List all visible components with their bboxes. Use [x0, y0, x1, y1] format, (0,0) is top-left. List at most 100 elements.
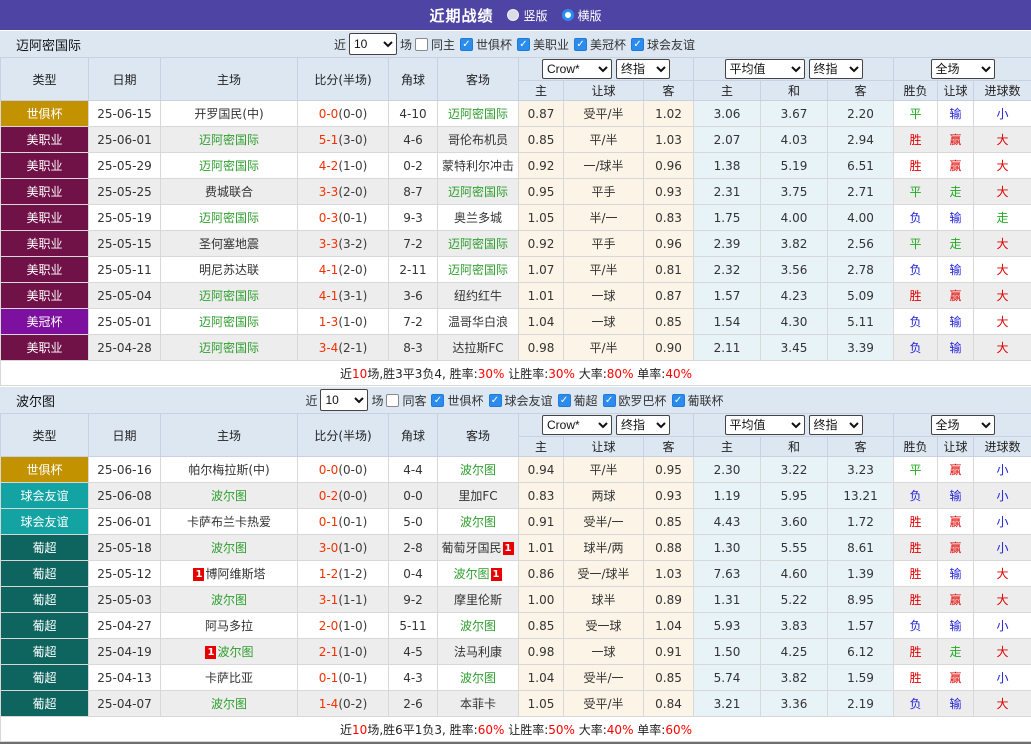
away-team-link[interactable]: 迈阿密国际: [448, 185, 508, 199]
full-score-link[interactable]: 3-3: [319, 237, 339, 251]
euro-odds-value: 8.95: [828, 587, 894, 613]
home-team-link[interactable]: 波尔图: [211, 697, 247, 711]
home-team-link[interactable]: 迈阿密国际: [199, 211, 259, 225]
scope-select[interactable]: 全场: [931, 415, 995, 435]
home-team-link[interactable]: 迈阿密国际: [199, 341, 259, 355]
score-cell: 1-4(0-2): [298, 691, 389, 717]
away-team-link[interactable]: 达拉斯FC: [452, 341, 503, 355]
full-score-link[interactable]: 0-0: [319, 107, 339, 121]
away-team-link[interactable]: 纽约红牛: [454, 289, 502, 303]
away-team-link[interactable]: 波尔图: [460, 515, 496, 529]
league-filter-checkbox[interactable]: ✓: [431, 394, 444, 407]
away-team-link[interactable]: 温哥华白浪: [448, 315, 508, 329]
home-team-link[interactable]: 波尔图: [217, 645, 253, 659]
home-team-link[interactable]: 费城联合: [205, 185, 253, 199]
same-venue-checkbox[interactable]: [415, 38, 428, 51]
league-filter-checkbox[interactable]: ✓: [603, 394, 616, 407]
home-team-cell: 1波尔图: [161, 639, 298, 665]
league-filter-checkbox[interactable]: ✓: [460, 38, 473, 51]
home-team-link[interactable]: 波尔图: [211, 593, 247, 607]
score-cell: 0-1(0-1): [298, 509, 389, 535]
league-filter-checkbox[interactable]: ✓: [558, 394, 571, 407]
bookmaker-select[interactable]: Crow*: [542, 59, 612, 79]
match-row: 美职业25-05-29迈阿密国际4-2(1-0)0-2蒙特利尔冲击0.92一/球…: [1, 153, 1031, 179]
home-team-link[interactable]: 波尔图: [211, 541, 247, 555]
home-team-link[interactable]: 卡萨布兰卡热爱: [187, 515, 271, 529]
away-team-link[interactable]: 里加FC: [458, 489, 497, 503]
asian-stage-select[interactable]: 终指: [616, 415, 670, 435]
half-score: (0-1): [338, 671, 367, 685]
home-team-link[interactable]: 迈阿密国际: [199, 289, 259, 303]
full-score-link[interactable]: 0-1: [319, 515, 339, 529]
home-team-link[interactable]: 圣何塞地震: [199, 237, 259, 251]
away-team-link[interactable]: 波尔图: [460, 463, 496, 477]
full-score-link[interactable]: 1-3: [319, 315, 339, 329]
away-team-link[interactable]: 摩里伦斯: [454, 593, 502, 607]
euro-stage-select[interactable]: 终指: [809, 415, 863, 435]
away-team-link[interactable]: 奥兰多城: [454, 211, 502, 225]
full-score-link[interactable]: 2-0: [319, 619, 339, 633]
full-score-link[interactable]: 3-4: [319, 341, 339, 355]
home-team-link[interactable]: 迈阿密国际: [199, 159, 259, 173]
away-team-link[interactable]: 法马利康: [454, 645, 502, 659]
home-team-link[interactable]: 卡萨比亚: [205, 671, 253, 685]
euro-odds-value: 3.60: [761, 509, 828, 535]
layout-option-vertical[interactable]: 竖版: [507, 7, 547, 24]
subcol-header-6: 胜负: [894, 81, 938, 101]
same-venue-checkbox[interactable]: [386, 394, 399, 407]
full-score-link[interactable]: 3-3: [319, 185, 339, 199]
average-select[interactable]: 平均值: [725, 415, 805, 435]
goals-flag: 大: [974, 283, 1031, 309]
home-team-cell: 卡萨比亚: [161, 665, 298, 691]
corner-count: 9-2: [389, 587, 438, 613]
full-score-link[interactable]: 0-1: [319, 671, 339, 685]
away-team-link[interactable]: 迈阿密国际: [448, 107, 508, 121]
full-score-link[interactable]: 3-1: [319, 593, 339, 607]
league-filter-checkbox[interactable]: ✓: [517, 38, 530, 51]
asian-odds-value: 半/一: [564, 205, 644, 231]
full-score-link[interactable]: 1-2: [319, 567, 339, 581]
away-team-cell: 迈阿密国际: [438, 231, 519, 257]
league-filter-checkbox[interactable]: ✓: [574, 38, 587, 51]
match-count-select[interactable]: 10: [349, 33, 397, 55]
home-team-link[interactable]: 波尔图: [211, 489, 247, 503]
home-team-link[interactable]: 迈阿密国际: [199, 315, 259, 329]
away-team-link[interactable]: 葡萄牙国民: [441, 541, 501, 555]
match-count-select[interactable]: 10: [320, 389, 368, 411]
full-score-link[interactable]: 4-2: [319, 159, 339, 173]
away-team-link[interactable]: 波尔图: [460, 619, 496, 633]
home-team-link[interactable]: 明尼苏达联: [199, 263, 259, 277]
home-team-link[interactable]: 阿马多拉: [205, 619, 253, 633]
home-team-link[interactable]: 帕尔梅拉斯(中): [188, 463, 269, 477]
full-score-link[interactable]: 0-3: [319, 211, 339, 225]
away-team-link[interactable]: 迈阿密国际: [448, 263, 508, 277]
scope-select[interactable]: 全场: [931, 59, 995, 79]
away-team-link[interactable]: 本菲卡: [460, 697, 496, 711]
league-filter-checkbox[interactable]: ✓: [631, 38, 644, 51]
full-score-link[interactable]: 4-1: [319, 263, 339, 277]
away-team-link[interactable]: 波尔图: [453, 567, 489, 581]
layout-option-horizontal[interactable]: 横版: [562, 7, 602, 24]
full-score-link[interactable]: 3-0: [319, 541, 339, 555]
away-team-link[interactable]: 迈阿密国际: [448, 237, 508, 251]
full-score-link[interactable]: 0-0: [319, 463, 339, 477]
full-score-link[interactable]: 2-1: [319, 645, 339, 659]
home-team-link[interactable]: 博阿维斯塔: [205, 567, 265, 581]
average-select[interactable]: 平均值: [725, 59, 805, 79]
full-score-link[interactable]: 1-4: [319, 697, 339, 711]
home-team-link[interactable]: 开罗国民(中): [194, 107, 263, 121]
bookmaker-select[interactable]: Crow*: [542, 415, 612, 435]
league-filter-checkbox[interactable]: ✓: [489, 394, 502, 407]
asian-stage-select[interactable]: 终指: [616, 59, 670, 79]
full-score-link[interactable]: 5-1: [319, 133, 339, 147]
home-team-link[interactable]: 迈阿密国际: [199, 133, 259, 147]
full-score-link[interactable]: 4-1: [319, 289, 339, 303]
euro-stage-select[interactable]: 终指: [809, 59, 863, 79]
full-score-link[interactable]: 0-2: [319, 489, 339, 503]
away-team-link[interactable]: 蒙特利尔冲击: [442, 159, 514, 173]
league-filter-checkbox[interactable]: ✓: [672, 394, 685, 407]
away-team-link[interactable]: 哥伦布机员: [448, 133, 508, 147]
away-team-link[interactable]: 波尔图: [460, 671, 496, 685]
goals-flag: 小: [974, 613, 1031, 639]
result-flag: 胜: [894, 639, 938, 665]
